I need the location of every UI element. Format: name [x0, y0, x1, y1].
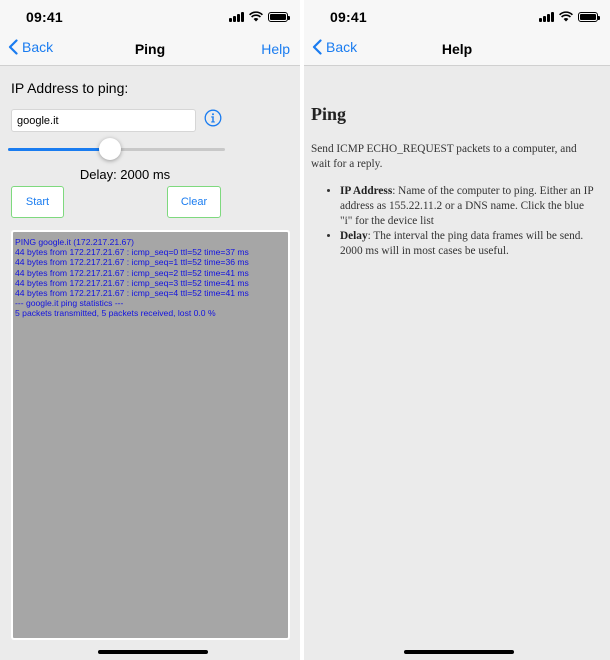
slider-fill [8, 148, 110, 151]
output-line: --- google.it ping statistics --- [15, 298, 124, 309]
help-button[interactable]: Help [261, 41, 290, 57]
delay-slider[interactable] [8, 138, 225, 160]
nav-bar: Back Ping Help [0, 32, 300, 66]
back-button[interactable]: Back [8, 39, 53, 55]
output-line: PING google.it (172.217.21.67) [15, 237, 134, 247]
help-heading: Ping [311, 104, 347, 124]
help-list: IP Address: Name of the computer to ping… [311, 184, 597, 259]
status-icons [229, 11, 290, 22]
output-line: 44 bytes from 172.217.21.67 : icmp_seq=2… [15, 267, 249, 278]
wifi-icon [249, 11, 263, 22]
help-screen: 09:41 Back Help Ping Send ICMP ECHO_REQU… [304, 0, 610, 660]
status-icons [539, 11, 600, 22]
battery-icon [268, 12, 290, 22]
delay-value-label: Delay: 2000 ms [79, 167, 171, 182]
nav-bar: Back Help [304, 32, 610, 66]
ping-screen: 09:41 Back Ping Help IP Address to ping: [0, 0, 300, 660]
cellular-signal-icon [229, 11, 244, 22]
start-button[interactable]: Start [11, 186, 64, 218]
output-line: 44 bytes from 172.217.21.67 : icmp_seq=3… [15, 277, 249, 288]
chevron-left-icon [8, 39, 18, 55]
back-button-label: Back [22, 39, 54, 55]
wifi-icon [559, 11, 573, 22]
back-button[interactable]: Back [312, 39, 357, 55]
status-bar: 09:41 [0, 0, 300, 32]
status-bar: 09:41 [304, 0, 610, 32]
info-circle-icon[interactable] [204, 109, 222, 127]
ip-address-input[interactable] [11, 109, 196, 132]
slider-thumb[interactable] [98, 138, 121, 160]
status-time: 09:41 [330, 9, 367, 25]
help-content: Ping Send ICMP ECHO_REQUEST packets to a… [311, 104, 597, 259]
back-button-label: Back [326, 39, 358, 55]
help-item-term: Delay [340, 230, 368, 242]
output-line: 5 packets transmitted, 5 packets receive… [15, 308, 216, 319]
home-indicator[interactable] [404, 650, 514, 654]
help-item-delay: Delay: The interval the ping data frames… [340, 229, 597, 259]
cellular-signal-icon [539, 11, 554, 22]
help-item-ip-address: IP Address: Name of the computer to ping… [340, 184, 597, 229]
chevron-left-icon [312, 39, 322, 55]
help-intro: Send ICMP ECHO_REQUEST packets to a comp… [311, 143, 577, 170]
ping-output: PING google.it (172.217.21.67) 44 bytes f… [11, 230, 290, 640]
output-line: 44 bytes from 172.217.21.67 : icmp_seq=1… [15, 257, 249, 268]
ip-address-label: IP Address to ping: [11, 80, 129, 96]
output-line: 44 bytes from 172.217.21.67 : icmp_seq=0… [15, 247, 249, 258]
help-item-term: IP Address [340, 185, 393, 197]
battery-icon [578, 12, 600, 22]
home-indicator[interactable] [98, 650, 208, 654]
help-item-text: : The interval the ping data frames will… [340, 230, 584, 257]
clear-button[interactable]: Clear [167, 186, 221, 218]
status-time: 09:41 [26, 9, 63, 25]
output-line: 44 bytes from 172.217.21.67 : icmp_seq=4… [15, 288, 249, 299]
